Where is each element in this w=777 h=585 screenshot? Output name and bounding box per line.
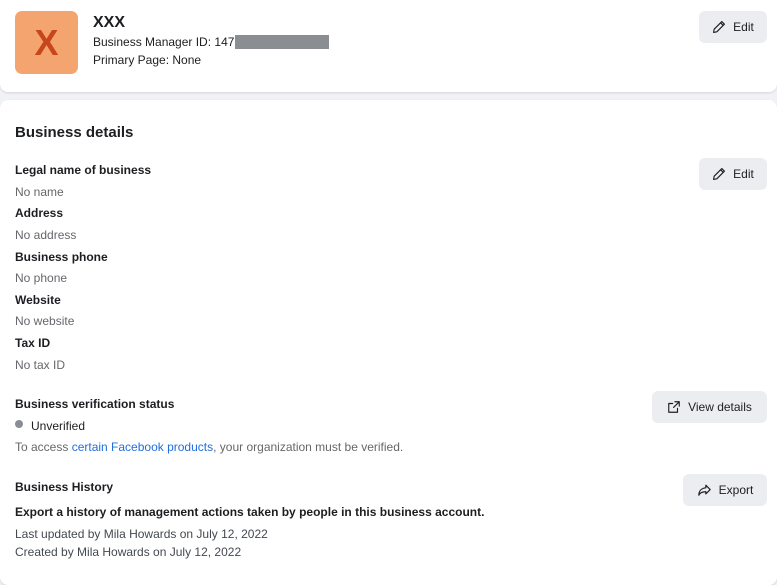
verification-note: To access certain Facebook products, you… xyxy=(15,440,403,454)
business-name: XXX xyxy=(93,14,126,31)
business-details-card: Business details Edit Legal name of busi… xyxy=(0,100,777,585)
facebook-products-link[interactable]: certain Facebook products xyxy=(72,440,213,454)
avatar-letter: X xyxy=(34,21,59,63)
verification-note-prefix: To access xyxy=(15,440,72,454)
legal-name-label: Legal name of business xyxy=(15,163,152,177)
redacted-id-bar xyxy=(235,35,330,49)
pencil-icon xyxy=(712,20,726,34)
business-avatar: X xyxy=(15,11,78,74)
business-summary-card: X XXX Business Manager ID: 147 Primary P… xyxy=(0,0,777,92)
share-arrow-icon xyxy=(697,483,712,497)
edit-business-label: Edit xyxy=(733,20,754,34)
export-button[interactable]: Export xyxy=(683,474,767,506)
pencil-icon xyxy=(712,167,726,181)
business-history-label: Business History xyxy=(15,480,114,494)
business-manager-id: Business Manager ID: 147 xyxy=(93,35,330,49)
view-details-label: View details xyxy=(688,400,752,414)
status-dot-icon xyxy=(15,420,23,428)
business-phone-value: No phone xyxy=(15,271,68,285)
business-manager-id-text: Business Manager ID: 147 xyxy=(93,35,235,49)
verification-status-label: Business verification status xyxy=(15,397,175,411)
business-phone-label: Business phone xyxy=(15,250,108,264)
tax-id-label: Tax ID xyxy=(15,336,51,350)
created-text: Created by Mila Howards on July 12, 2022 xyxy=(15,545,242,559)
legal-name-value: No name xyxy=(15,185,64,199)
external-link-icon xyxy=(667,400,681,414)
edit-details-label: Edit xyxy=(733,167,754,181)
edit-business-button[interactable]: Edit xyxy=(699,11,767,43)
business-history-description: Export a history of management actions t… xyxy=(15,505,485,519)
export-label: Export xyxy=(718,483,754,497)
address-value: No address xyxy=(15,228,77,242)
verification-status-value: Unverified xyxy=(31,419,86,433)
section-title: Business details xyxy=(15,124,134,141)
website-value: No website xyxy=(15,314,75,328)
edit-details-button[interactable]: Edit xyxy=(699,158,767,190)
view-details-button[interactable]: View details xyxy=(652,391,767,423)
last-updated-text: Last updated by Mila Howards on July 12,… xyxy=(15,527,268,541)
verification-note-suffix: , your organization must be verified. xyxy=(213,440,404,454)
tax-id-value: No tax ID xyxy=(15,358,66,372)
address-label: Address xyxy=(15,206,64,220)
website-label: Website xyxy=(15,293,61,307)
primary-page: Primary Page: None xyxy=(93,53,202,67)
